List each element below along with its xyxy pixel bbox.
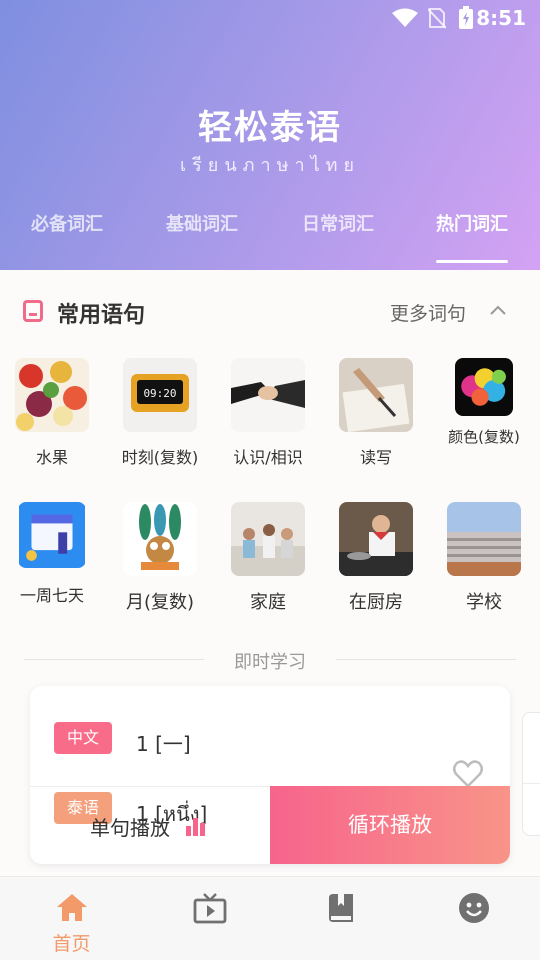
next-card-peek[interactable]	[522, 712, 540, 836]
bottom-navigation: 首页	[0, 876, 540, 960]
home-icon	[56, 894, 87, 921]
category-label: 学校	[466, 592, 502, 613]
category-school[interactable]: 学校	[434, 502, 534, 614]
status-bar: 8:51	[0, 0, 540, 36]
section-title: 常用语句	[57, 303, 146, 328]
instant-learning-divider: 即时学习	[24, 648, 516, 673]
book-icon	[23, 300, 43, 322]
clock-image: 09:20	[123, 358, 197, 432]
category-months[interactable]: 月(复数)	[110, 502, 210, 614]
nav-home[interactable]: 首页	[4, 877, 139, 960]
writing-image	[339, 358, 413, 432]
category-label: 在厨房	[349, 592, 403, 613]
category-reading-writing[interactable]: 读写	[326, 358, 426, 468]
play-loop-button[interactable]: 循环播放	[270, 786, 510, 864]
category-label: 颜色(复数)	[448, 428, 520, 446]
wifi-icon	[392, 8, 418, 27]
category-acquaintance[interactable]: 认识/相识	[218, 358, 318, 468]
video-icon	[193, 893, 226, 924]
status-time: 8:51	[476, 6, 526, 30]
category-weekdays[interactable]: 一周七天	[2, 502, 102, 606]
chinese-badge: 中文	[54, 722, 112, 754]
category-label: 认识/相识	[233, 448, 303, 467]
calendar-image	[18, 502, 86, 568]
chevron-up-icon[interactable]	[489, 302, 507, 320]
active-tab-indicator	[436, 260, 508, 263]
chinese-text: 1 [一]	[136, 732, 191, 756]
tab-basic-vocab[interactable]: 基础词汇	[152, 210, 252, 236]
category-label: 一周七天	[19, 586, 84, 605]
instant-learning-title: 即时学习	[234, 652, 306, 673]
category-label: 家庭	[250, 592, 286, 613]
nav-book[interactable]	[274, 877, 409, 960]
tab-essential-vocab[interactable]: 必备词汇	[17, 210, 117, 236]
tab-popular-vocab[interactable]: 热门词汇	[422, 210, 522, 236]
category-family[interactable]: 家庭	[218, 502, 318, 614]
nav-video[interactable]	[142, 877, 277, 960]
kitchen-image	[339, 502, 413, 576]
nav-home-label: 首页	[52, 933, 91, 955]
more-phrases-link[interactable]: 更多词句	[390, 299, 466, 326]
category-tabs: 必备词汇 基础词汇 日常词汇 热门词汇	[0, 210, 540, 270]
play-single-label: 单句播放	[90, 816, 170, 840]
battery-icon	[459, 6, 473, 29]
play-single-button[interactable]: 单句播放	[30, 786, 270, 864]
fruit-image	[15, 358, 89, 432]
category-colors[interactable]: 颜色(复数)	[434, 358, 534, 447]
no-sim-icon	[428, 8, 446, 29]
category-label: 月(复数)	[125, 592, 195, 613]
owl-image	[123, 502, 197, 576]
category-label: 读写	[359, 448, 392, 467]
family-image	[231, 502, 305, 576]
book-icon	[328, 894, 353, 922]
school-image	[447, 502, 521, 576]
header-banner: 8:51 轻松泰语 เรียนภาษาไทย 必备词汇 基础词汇 日常词汇 热门…	[0, 0, 540, 270]
category-label: 时刻(复数)	[121, 448, 199, 467]
handshake-image	[231, 358, 305, 432]
nav-profile[interactable]	[406, 877, 540, 960]
phrase-card: 中文 1 [一] 泰语 1 [หนึ่ง] 单句播放 循环播放	[30, 686, 510, 864]
color-powder-image	[455, 358, 513, 416]
audio-bars-icon	[186, 818, 205, 836]
clock-display-text: 09:20	[143, 387, 176, 400]
section-header: 常用语句 更多词句	[0, 290, 540, 334]
category-fruit[interactable]: 水果	[2, 358, 102, 468]
app-subtitle: เรียนภาษาไทย	[179, 155, 361, 176]
category-label: 水果	[35, 448, 68, 467]
tab-daily-vocab[interactable]: 日常词汇	[288, 210, 388, 236]
category-kitchen[interactable]: 在厨房	[326, 502, 426, 614]
profile-icon	[458, 893, 489, 923]
app-title: 轻松泰语	[198, 108, 342, 148]
category-time[interactable]: 09:20 时刻(复数)	[110, 358, 210, 468]
